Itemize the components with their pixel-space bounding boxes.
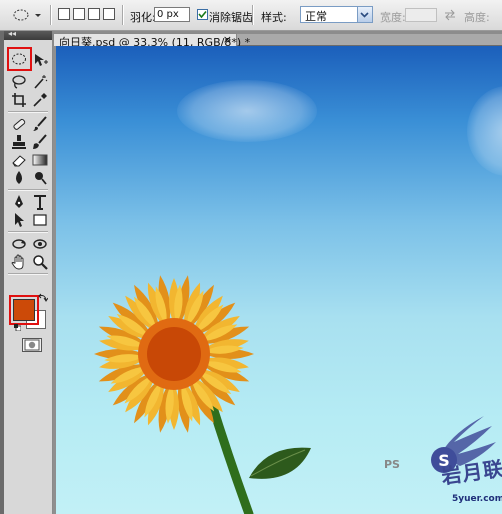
document-tab-bar: 向日葵.psd @ 33.3% (11, RGB/8*) * × [53, 31, 502, 49]
width-label: 宽度: [380, 11, 406, 24]
zoom-tool-icon[interactable] [31, 253, 49, 271]
blur-tool-icon[interactable] [10, 169, 28, 187]
3d-orbit-tool-icon[interactable] [31, 235, 49, 253]
lasso-tool-icon[interactable] [10, 73, 28, 91]
antialias-checkbox[interactable] [197, 9, 208, 20]
eyedropper-tool-icon[interactable] [31, 91, 49, 109]
height-label: 高度: [464, 11, 490, 24]
chevron-down-icon [357, 7, 372, 22]
sunflower-center-inner [147, 327, 201, 381]
type-tool-icon[interactable] [31, 193, 49, 211]
intersect-selection-button[interactable] [103, 8, 115, 20]
magic-wand-tool-icon[interactable] [31, 73, 49, 91]
gradient-tool-icon[interactable] [31, 151, 49, 169]
toolbox-panel: ◂◂ [4, 29, 53, 514]
width-input[interactable] [405, 8, 437, 22]
selected-tool-highlight [7, 47, 32, 71]
checkmark-icon [198, 10, 207, 19]
hand-tool-icon[interactable] [10, 253, 28, 271]
clone-stamp-tool-icon[interactable] [10, 133, 28, 151]
sunflower-leaf [249, 447, 311, 479]
default-colors-icon[interactable] [14, 324, 21, 331]
antialias-label: 消除锯齿 [209, 11, 253, 24]
quick-mask-button[interactable] [22, 338, 42, 352]
toolbox-grip[interactable]: ◂◂ [4, 29, 52, 40]
new-selection-button[interactable] [58, 8, 70, 20]
sunflower-stem [205, 393, 254, 514]
watermark-ps: PS [384, 458, 400, 471]
history-brush-tool-icon[interactable] [31, 133, 49, 151]
path-selection-tool-icon[interactable] [10, 211, 28, 229]
dodge-tool-icon[interactable] [31, 169, 49, 187]
add-to-selection-button[interactable] [73, 8, 85, 20]
quick-mask-icon [24, 339, 40, 351]
elliptical-marquee-preset-icon [13, 9, 41, 21]
style-select[interactable]: 正常 [300, 6, 373, 23]
close-tab-icon[interactable]: × [223, 33, 232, 46]
watermark-logo: S PS 岩月联盟 5yuer.com [384, 412, 502, 512]
foreground-swatch-highlight [9, 295, 39, 325]
eraser-tool-icon[interactable] [10, 151, 28, 169]
subtract-from-selection-button[interactable] [88, 8, 100, 20]
swap-colors-icon[interactable] [38, 293, 48, 303]
healing-brush-tool-icon[interactable] [10, 115, 28, 133]
options-bar: 羽化: 0 px 消除锯齿 样式: 正常 宽度: 高度: [0, 0, 502, 31]
3d-rotate-tool-icon[interactable] [10, 235, 28, 253]
style-label: 样式: [261, 11, 287, 24]
feather-label: 羽化: [130, 11, 156, 24]
document-tab[interactable]: 向日葵.psd @ 33.3% (11, RGB/8*) * × [53, 33, 250, 49]
move-tool-icon[interactable] [31, 51, 49, 69]
crop-tool-icon[interactable] [10, 91, 28, 109]
feather-input[interactable]: 0 px [154, 7, 190, 22]
rectangle-shape-tool-icon[interactable] [31, 211, 49, 229]
tool-preset-picker[interactable] [12, 6, 42, 24]
pen-tool-icon[interactable] [10, 193, 28, 211]
swap-dimensions-icon[interactable] [444, 9, 456, 21]
brush-tool-icon[interactable] [31, 115, 49, 133]
watermark-url: 5yuer.com [452, 494, 502, 504]
style-select-value: 正常 [305, 10, 327, 23]
